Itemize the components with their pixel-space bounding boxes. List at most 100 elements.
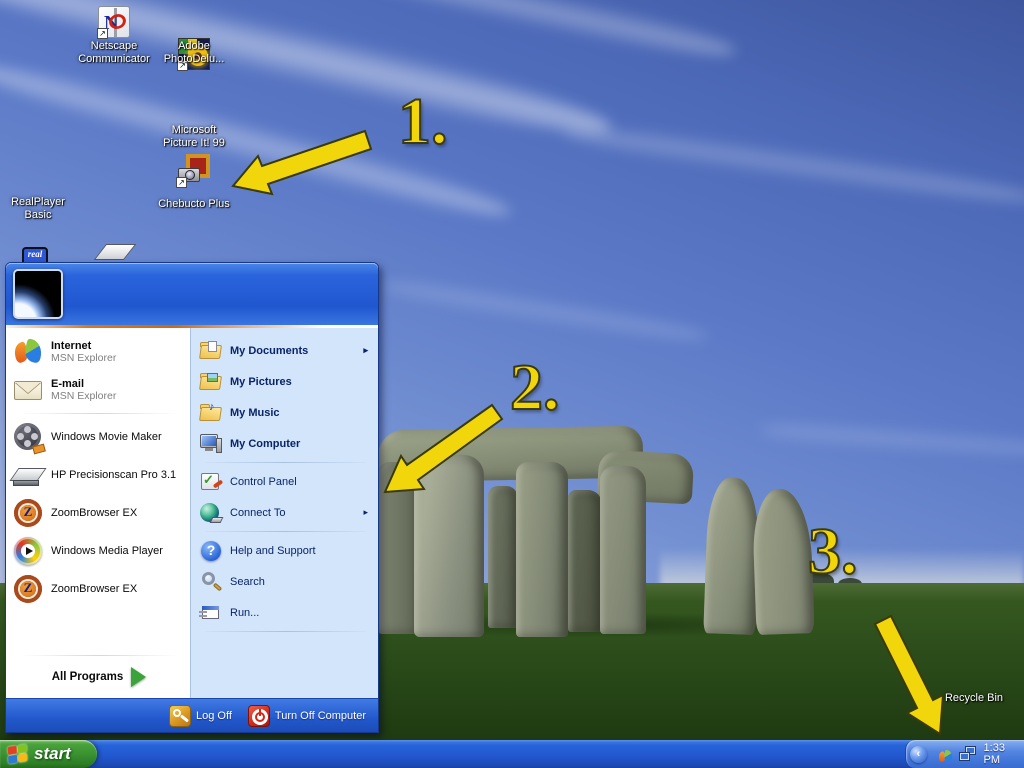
item-label: My Computer: [230, 438, 300, 450]
menu-item-zoombrowser-2[interactable]: Z ZoomBrowser EX: [10, 570, 188, 608]
desktop-icon-netscape[interactable]: N ↗: [98, 6, 130, 38]
item-subtitle: MSN Explorer: [51, 390, 116, 402]
submenu-arrow-icon: ▸: [363, 345, 368, 356]
menu-item-email[interactable]: E-mailMSN Explorer: [10, 371, 188, 409]
item-title: Windows Movie Maker: [51, 431, 162, 443]
menu-item-zoombrowser-1[interactable]: Z ZoomBrowser EX: [10, 494, 188, 532]
computer-icon: [199, 432, 223, 456]
taskbar-clock[interactable]: 1:33 PM: [982, 742, 1024, 766]
log-off-button[interactable]: Log Off: [169, 705, 232, 727]
folder-music-icon: ♪: [199, 401, 223, 425]
folder-documents-icon: [199, 339, 223, 363]
item-title: Internet: [51, 340, 116, 352]
desktop-icon-pictureit[interactable]: ↗: [178, 154, 210, 186]
submenu-arrow-icon: ▸: [363, 507, 368, 518]
search-icon: [199, 570, 223, 594]
all-programs-arrow-icon: [131, 667, 146, 687]
menu-item-run[interactable]: Run...: [197, 597, 374, 628]
all-programs-button[interactable]: All Programs: [10, 660, 188, 694]
turn-off-computer-button[interactable]: Turn Off Computer: [248, 705, 366, 727]
desktop-icon-label[interactable]: RealPlayer Basic: [3, 196, 73, 222]
item-label: Search: [230, 576, 265, 588]
item-label: My Pictures: [230, 376, 292, 388]
menu-item-control-panel[interactable]: ✓ Control Panel: [197, 466, 374, 497]
network-tray-icon[interactable]: [959, 745, 977, 763]
start-menu-header: [6, 263, 378, 325]
log-off-key-icon: [169, 705, 191, 727]
desktop-icon-realplayer-partial[interactable]: real: [22, 247, 48, 262]
menu-item-help-support[interactable]: ? Help and Support: [197, 535, 374, 566]
stonehenge-stone: [703, 477, 760, 635]
run-icon: [199, 601, 223, 625]
folder-pictures-icon: [199, 370, 223, 394]
desktop-icon-label[interactable]: Microsoft Picture It! 99: [154, 124, 234, 150]
film-reel-icon: [12, 421, 45, 454]
desktop-icon-label[interactable]: Netscape Communicator: [66, 40, 162, 66]
cloud-streak: [380, 274, 709, 347]
places-column: My Documents ▸ My Pictures ♪ My Music My…: [190, 328, 378, 698]
separator: [20, 413, 178, 414]
cloud-streak: [560, 117, 1024, 214]
pinned-programs-column: InternetMSN Explorer E-mailMSN Explorer …: [6, 328, 190, 698]
envelope-icon: [12, 374, 45, 407]
item-label: Connect To: [230, 507, 285, 519]
item-subtitle: MSN Explorer: [51, 352, 116, 364]
stonehenge-stone: [751, 488, 814, 635]
system-tray: ‹ 1:33 PM: [905, 740, 1024, 768]
item-label: Control Panel: [230, 476, 297, 488]
help-icon: ?: [199, 539, 223, 563]
windows-flag-icon: [8, 744, 29, 764]
separator: [205, 531, 366, 532]
stonehenge-stone: [600, 466, 646, 634]
control-panel-icon: ✓: [199, 470, 223, 494]
item-title: ZoomBrowser EX: [51, 507, 137, 519]
item-label: Run...: [230, 607, 259, 619]
start-button[interactable]: start: [0, 740, 97, 768]
menu-item-search[interactable]: Search: [197, 566, 374, 597]
separator: [205, 462, 366, 463]
desktop-icon-label[interactable]: Chebucto Plus: [149, 198, 239, 211]
media-player-icon: [12, 535, 45, 568]
desktop-icon-label[interactable]: Recycle Bin: [934, 692, 1014, 705]
menu-item-movie-maker[interactable]: Windows Movie Maker: [10, 418, 188, 456]
item-label: Help and Support: [230, 545, 316, 557]
shortcut-arrow-icon: ↗: [97, 28, 108, 39]
item-label: My Documents: [230, 345, 308, 357]
stonehenge-stone: [488, 486, 518, 628]
item-title: Windows Media Player: [51, 545, 163, 557]
menu-item-my-music[interactable]: ♪ My Music: [197, 397, 374, 428]
menu-item-connect-to[interactable]: Connect To ▸: [197, 497, 374, 528]
tray-collapse-chevron[interactable]: ‹: [910, 746, 927, 763]
menu-item-my-documents[interactable]: My Documents ▸: [197, 335, 374, 366]
all-programs-label: All Programs: [52, 671, 124, 683]
msn-butterfly-icon: [12, 336, 45, 369]
turn-off-label: Turn Off Computer: [275, 710, 366, 722]
menu-item-media-player[interactable]: Windows Media Player: [10, 532, 188, 570]
zoombrowser-icon: Z: [12, 497, 45, 530]
separator: [205, 631, 366, 632]
start-menu-body: InternetMSN Explorer E-mailMSN Explorer …: [6, 328, 378, 698]
log-off-label: Log Off: [196, 710, 232, 722]
start-menu: InternetMSN Explorer E-mailMSN Explorer …: [5, 262, 379, 733]
stonehenge-stone: [568, 490, 602, 632]
item-title: HP Precisionscan Pro 3.1: [51, 469, 176, 481]
shortcut-arrow-icon: ↗: [176, 177, 187, 188]
globe-icon: [199, 501, 223, 525]
zoombrowser-icon: Z: [12, 573, 45, 606]
menu-item-my-computer[interactable]: My Computer: [197, 428, 374, 459]
menu-item-hp-precisionscan[interactable]: HP Precisionscan Pro 3.1: [10, 456, 188, 494]
user-avatar: [13, 269, 63, 319]
stonehenge-stone: [414, 455, 484, 637]
stonehenge-stone: [516, 462, 568, 637]
menu-item-internet[interactable]: InternetMSN Explorer: [10, 333, 188, 371]
item-title: ZoomBrowser EX: [51, 583, 137, 595]
desktop-icon-label[interactable]: Adobe PhotoDelu...: [156, 40, 232, 66]
cloud-streak: [760, 420, 1024, 461]
separator: [20, 655, 178, 656]
item-label: My Music: [230, 407, 280, 419]
item-title: E-mail: [51, 378, 116, 390]
msn-tray-icon[interactable]: [937, 749, 948, 760]
power-icon: [248, 705, 270, 727]
menu-item-my-pictures[interactable]: My Pictures: [197, 366, 374, 397]
taskbar: start ‹ 1:33 PM: [0, 740, 1024, 768]
